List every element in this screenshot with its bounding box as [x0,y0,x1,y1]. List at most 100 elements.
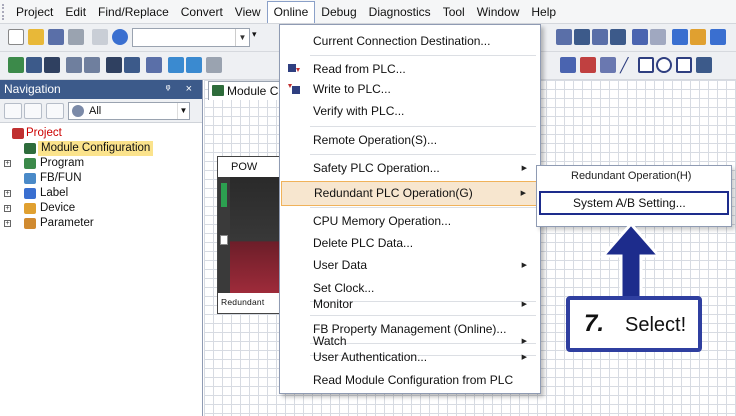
program-icon[interactable] [8,57,24,73]
menu-item-safety-plc-operation[interactable]: Safety PLC Operation... ▶ [281,156,539,181]
module-configuration-icon [24,143,36,154]
step-number: 7. [584,310,605,337]
tree-item-fb-fun[interactable]: FB/FUN [0,171,202,186]
module-icon[interactable] [44,57,60,73]
menu-item-monitor[interactable]: Monitor ▶ [281,292,539,317]
expand-icon[interactable]: + [4,190,11,197]
view-tree-icon[interactable] [4,103,22,119]
device-a-icon[interactable] [146,57,162,73]
save-icon[interactable] [48,29,64,45]
submenu-item-system-ab-setting[interactable]: System A/B Setting... [539,191,729,215]
insert-icon[interactable] [696,57,712,73]
cross-reference-icon[interactable] [124,57,140,73]
tree-item-project[interactable]: Project [0,126,202,141]
tab-module-configuration[interactable]: Module C [208,81,280,100]
tool-d-icon[interactable] [610,29,626,45]
tool-b-icon[interactable] [574,29,590,45]
submenu-arrow-icon: ▶ [521,165,527,172]
menu-debug[interactable]: Debug [315,1,362,23]
filter-select[interactable]: All ▼ [68,102,190,120]
help-icon[interactable] [112,29,128,45]
menu-item-label: Monitor [313,297,354,311]
tree-item-program[interactable]: + Program [0,156,202,171]
gear-icon[interactable] [46,103,64,119]
menu-tool[interactable]: Tool [437,1,471,23]
filter-icon [72,105,84,117]
ellipse-tool-icon[interactable] [656,57,672,73]
tree-item-module-configuration[interactable]: Module Configuration [0,141,202,156]
cpu-module-rack[interactable]: POW Redundant [217,156,288,314]
filter-value: All [89,105,102,117]
text-box-icon[interactable] [676,57,692,73]
view-list-icon[interactable] [24,103,42,119]
pane-controls[interactable]: ᵠ × [166,80,198,99]
status-led [221,183,227,207]
chevron-down-icon: ▼ [235,29,249,46]
tool-c-icon[interactable] [592,29,608,45]
menu-item-label: Read from PLC... [313,62,406,76]
line-tool-icon[interactable]: ╱ [620,57,636,73]
tree-item-label: Project [26,127,62,139]
menu-window[interactable]: Window [471,1,526,23]
menu-view[interactable]: View [229,1,267,23]
menu-item-user-authentication[interactable]: User Authentication... ▶ [281,345,539,370]
menu-find-replace[interactable]: Find/Replace [92,1,175,23]
menu-item-current-connection[interactable]: Current Connection Destination... [281,29,539,54]
tool-i-icon[interactable] [710,29,726,45]
device-icon [24,203,36,214]
menu-item-verify-with-plc[interactable]: Verify with PLC... [281,99,539,124]
menu-help[interactable]: Help [525,1,562,23]
tool-h-icon[interactable] [690,29,706,45]
edit-b-icon[interactable] [580,57,596,73]
device-d-icon[interactable] [206,57,222,73]
toolbar-combo[interactable]: ▼ [132,28,250,47]
menu-separator [310,207,536,208]
tree-item-device[interactable]: + Device [0,201,202,216]
chevron-down-icon: ▼ [177,103,189,119]
expand-icon[interactable]: + [4,205,11,212]
edit-a-icon[interactable] [560,57,576,73]
rectangle-tool-icon[interactable] [638,57,654,73]
tree-item-label: FB/FUN [40,172,82,184]
tool-g-icon[interactable] [672,29,688,45]
fb-fun-icon [24,173,36,184]
submenu-arrow-icon: ▶ [521,301,527,308]
label-icon[interactable] [26,57,42,73]
tree-item-label[interactable]: + Label [0,186,202,201]
menu-item-user-data[interactable]: User Data ▶ [281,253,539,278]
undo-icon[interactable] [92,29,108,45]
device-c-icon[interactable] [186,57,202,73]
menu-online[interactable]: Online [266,0,316,23]
submenu-arrow-icon: ▶ [521,262,527,269]
menu-convert[interactable]: Convert [175,1,229,23]
navigation-header: Navigation ᵠ × [0,80,202,99]
menu-edit[interactable]: Edit [59,1,92,23]
search-device-icon[interactable] [106,57,122,73]
menu-item-remote-operation[interactable]: Remote Operation(S)... [281,128,539,153]
navigation-pane: Navigation ᵠ × All ▼ Project Module Conf… [0,80,203,416]
menu-item-read-module-configuration[interactable]: Read Module Configuration from PLC [281,368,539,393]
window-b-icon[interactable] [84,57,100,73]
menu-item-label: CPU Memory Operation... [313,214,452,228]
expand-icon[interactable]: + [4,160,11,167]
menu-item-redundant-plc-operation[interactable]: Redundant PLC Operation(G) ▶ [281,181,539,206]
print-icon[interactable] [68,29,84,45]
expand-icon[interactable]: + [4,220,11,227]
submenu-item-redundant-operation[interactable]: Redundant Operation(H) [571,170,691,182]
menu-item-label: Delete PLC Data... [313,236,414,250]
tool-f-icon[interactable] [650,29,666,45]
toolbar-overflow-icon[interactable]: ▾ [252,29,262,45]
menubar-grip [2,3,10,20]
menu-project[interactable]: Project [10,1,59,23]
window-a-icon[interactable] [66,57,82,73]
tool-a-icon[interactable] [556,29,572,45]
new-file-icon[interactable] [8,29,24,45]
instruction-text: Select! [625,314,687,336]
tree-item-label: Program [40,157,85,169]
open-folder-icon[interactable] [28,29,44,45]
tree-item-parameter[interactable]: + Parameter [0,216,202,231]
menu-diagnostics[interactable]: Diagnostics [363,1,437,23]
edit-c-icon[interactable] [600,57,616,73]
tool-e-icon[interactable] [632,29,648,45]
device-b-icon[interactable] [168,57,184,73]
